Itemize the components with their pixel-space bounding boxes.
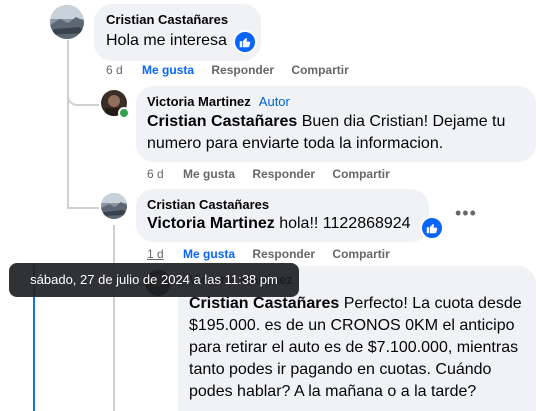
- comment-actions: 6 d Me gusta Responder Compartir: [106, 63, 363, 77]
- comment-text: Victoria Martinez hola!! 1122868924: [147, 213, 418, 235]
- like-button[interactable]: Me gusta: [183, 247, 235, 261]
- comment-actions: 1 d Me gusta Responder Compartir: [147, 247, 404, 261]
- comment-header: Victoria Martinez Autor: [147, 94, 525, 109]
- thread-line-main: [67, 40, 69, 205]
- comment-bubble: Cristian Castañares Victoria Martinez ho…: [136, 189, 429, 242]
- mention-link[interactable]: Cristian Castañares: [147, 113, 297, 130]
- timestamp[interactable]: 6 d: [147, 167, 164, 181]
- reply-button[interactable]: Responder: [252, 167, 315, 181]
- reaction-badge[interactable]: [420, 216, 444, 240]
- timestamp[interactable]: 1 d: [147, 247, 164, 261]
- thread-line-branch-1: [67, 82, 99, 106]
- comment-text: Cristian Castañares Buen dia Cristian! D…: [147, 111, 525, 155]
- comment-author[interactable]: Victoria Martinez: [147, 94, 251, 109]
- mention-link[interactable]: Victoria Martinez: [147, 215, 275, 232]
- comment-text: Hola me interesa: [106, 32, 227, 49]
- comment-actions: 6 d Me gusta Responder Compartir: [147, 167, 404, 181]
- author-badge: Autor: [258, 94, 290, 109]
- more-options-icon[interactable]: •••: [455, 203, 477, 224]
- comment-bubble: Victoria Martinez Autor Cristian Castañar…: [136, 86, 536, 162]
- comment-text-line: Perfecto! La cuota desde: [339, 295, 522, 312]
- share-button[interactable]: Compartir: [291, 63, 348, 77]
- comment-text: Cristian Castañares Perfecto! La cuota d…: [189, 293, 525, 403]
- avatar[interactable]: [50, 5, 84, 39]
- comment-text-line: podes hablar? A la mañana o a la tarde?: [189, 383, 477, 400]
- comment-text-line: Buen dia Cristian! Dejame tu: [297, 113, 506, 130]
- comment-author[interactable]: Cristian Castañares: [106, 12, 249, 27]
- timestamp[interactable]: 6 d: [106, 63, 123, 77]
- reply-button[interactable]: Responder: [252, 247, 315, 261]
- online-status-indicator: [118, 107, 130, 119]
- timestamp-tooltip: sábado, 27 de julio de 2024 a las 11:38 …: [9, 263, 299, 297]
- comment-text-line: numero para enviarte toda la informacion…: [147, 135, 444, 152]
- reaction-badge[interactable]: [233, 30, 257, 54]
- avatar-photo: [101, 193, 127, 219]
- comment-text-line: tanto podes ir pagando en cuotas. Cuándo: [189, 361, 492, 378]
- thread-line-sub: [113, 225, 115, 411]
- thumbs-up-icon: [426, 224, 438, 234]
- share-button[interactable]: Compartir: [332, 247, 389, 261]
- like-button[interactable]: Me gusta: [183, 167, 235, 181]
- avatar[interactable]: [101, 193, 127, 219]
- comment-author[interactable]: Cristian Castañares: [147, 197, 418, 212]
- comment-text-line: $195.000. es de un CRONOS 0KM el anticip…: [189, 317, 515, 334]
- mention-link[interactable]: Cristian Castañares: [189, 295, 339, 312]
- thumbs-up-icon: [239, 38, 251, 48]
- reply-button[interactable]: Responder: [211, 63, 274, 77]
- avatar-photo: [50, 5, 84, 39]
- comment-text-line: para retirar el auto es de $7.100.000, m…: [189, 339, 519, 356]
- comment-text-line: hola!! 1122868924: [274, 215, 411, 232]
- like-button[interactable]: Me gusta: [142, 63, 194, 77]
- share-button[interactable]: Compartir: [332, 167, 389, 181]
- thread-line-branch-2: [67, 185, 99, 209]
